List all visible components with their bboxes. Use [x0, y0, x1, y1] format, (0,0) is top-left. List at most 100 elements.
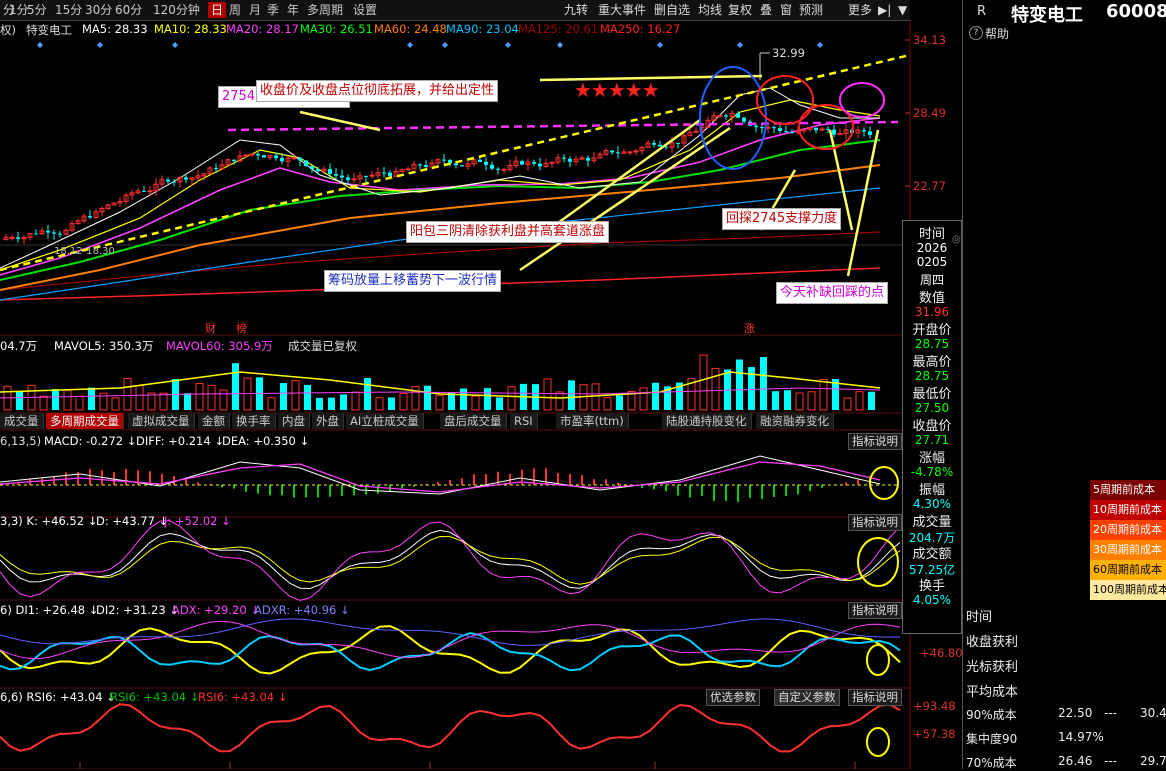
tab-1[interactable]: 多周期成交量 — [46, 413, 124, 429]
tab-12[interactable]: 融资融券变化 — [756, 413, 834, 429]
volume-bar — [75, 395, 84, 411]
period-8[interactable]: 周 — [226, 2, 244, 18]
stock-code: 60008 — [1106, 1, 1166, 22]
info-value-3: 31.96 — [914, 305, 950, 319]
tab-6[interactable]: 外盘 — [312, 413, 344, 429]
candle-body — [568, 158, 572, 162]
volume-bar — [184, 393, 191, 410]
period-12[interactable]: 多周期 — [304, 2, 346, 18]
chip-stat-1: 收盘获利 — [966, 635, 1019, 650]
volume-bar — [568, 380, 575, 410]
candle-body — [868, 131, 872, 135]
tab-8[interactable]: 盘后成交量 — [440, 413, 507, 429]
dmi-legend-3: ADXR: +40.96 ↓ — [254, 603, 350, 617]
help-icon[interactable]: ? — [969, 26, 983, 40]
period-7[interactable]: 日 — [208, 2, 227, 18]
data-window: 时间 2026 0205 周四 数值 31.96 开盘价 28.75 最高价 28.75 最低价 27… — [902, 220, 962, 634]
rsi-button-1[interactable]: 自定义参数 — [774, 689, 840, 706]
annotation-breakout: 收盘价及收盘点位彻底拓展，并给出定性 — [256, 80, 499, 102]
macd-help-button[interactable]: 指标说明 — [848, 433, 902, 450]
tab-5[interactable]: 内盘 — [278, 413, 310, 429]
ma-label-1: MA10: 28.33 — [154, 22, 227, 36]
period-4[interactable]: 30分 — [82, 2, 115, 18]
toggle-arrow-icon[interactable]: ▶| — [876, 2, 893, 18]
candle-body — [676, 142, 680, 144]
tab-11[interactable]: 陆股通持股变化 — [662, 413, 752, 429]
period-11[interactable]: 年 — [284, 2, 302, 18]
rsi-legend-0: 6,6) RSI6: +43.04 ↓ — [0, 690, 116, 704]
candle-body — [388, 172, 392, 177]
volume-bar — [868, 391, 875, 410]
candle-body — [298, 157, 302, 161]
info-value-8: -4.78% — [910, 465, 954, 479]
tool-4[interactable]: 复权 — [726, 2, 754, 18]
period-9[interactable]: 月 — [246, 2, 264, 18]
kdj-highlight — [857, 537, 899, 587]
candle-body — [88, 216, 92, 218]
candle-body — [484, 161, 488, 165]
tab-4[interactable]: 换手率 — [232, 413, 276, 429]
chip-stat-0: 时间 — [966, 610, 993, 625]
annotation-volume: 筹码放量上移蓄势下一波行情 — [324, 270, 502, 292]
tab-2[interactable]: 虚拟成交量 — [128, 413, 195, 429]
price-tick-label: 28.49 — [913, 106, 946, 120]
period-2[interactable]: 5分 — [24, 2, 50, 18]
dmi-legend-0: 6) DI1: +26.48 ↓ — [0, 603, 99, 617]
info-label-8: 涨幅 — [918, 451, 945, 466]
help-link[interactable]: 帮助 — [985, 25, 1009, 42]
stock-name: 特变电工 — [1011, 5, 1083, 26]
candle-body — [310, 165, 314, 170]
tool-2[interactable]: 删自选 — [652, 2, 692, 18]
candle-body — [778, 128, 782, 132]
volume-bar — [195, 383, 204, 411]
candle-body — [9, 236, 15, 239]
candle-body — [46, 230, 50, 233]
tool-6[interactable]: 窗 — [778, 2, 794, 18]
tool-3[interactable]: 均线 — [696, 2, 724, 18]
candle-body — [538, 163, 542, 167]
tab-9[interactable]: RSI — [510, 413, 538, 429]
candle-body — [754, 125, 758, 128]
info-label-4: 开盘价 — [912, 323, 952, 338]
tool-5[interactable]: 叠 — [758, 2, 774, 18]
candle-body — [280, 157, 284, 162]
tab-0[interactable]: 成交量 — [0, 413, 44, 429]
tool-0[interactable]: 九转 — [562, 2, 590, 18]
tab-7[interactable]: AI立桩成交量 — [346, 413, 424, 429]
cost-legend-3: 30周期前成本 — [1090, 540, 1166, 560]
candle-body — [16, 237, 20, 239]
candle-body — [142, 190, 146, 192]
volume-bar — [135, 385, 144, 411]
dmi-highlight — [866, 644, 890, 676]
dropdown-icon[interactable]: ▼ — [896, 2, 909, 18]
tab-3[interactable]: 金额 — [198, 413, 230, 429]
tool-9[interactable]: 更多 — [846, 2, 874, 18]
tool-7[interactable]: 预测 — [797, 2, 825, 18]
candle-body — [304, 160, 308, 166]
candle-body — [364, 175, 368, 177]
candle-body — [814, 127, 818, 131]
candle-body — [249, 153, 255, 156]
period-10[interactable]: 季 — [264, 2, 282, 18]
event-diamond — [505, 42, 511, 48]
candle-body — [382, 172, 386, 174]
period-3[interactable]: 15分 — [52, 2, 85, 18]
tool-1[interactable]: 重大事件 — [596, 2, 648, 18]
ma-label-0: MA5: 28.33 — [82, 22, 148, 36]
period-5[interactable]: 60分 — [112, 2, 145, 18]
dmi-help-button[interactable]: 指标说明 — [848, 602, 902, 619]
dmi-legend-1: DI2: +31.23 ↓ — [96, 603, 179, 617]
macd-legend-0: 6,13,5) — [0, 434, 42, 448]
volume-bar — [736, 359, 743, 410]
period-6[interactable]: 120分钟 — [150, 2, 203, 18]
rsi-button-0[interactable]: 优选参数 — [706, 689, 760, 706]
candle-body — [717, 114, 723, 117]
chip-row-sep-2: --- — [1104, 754, 1117, 768]
info-resize-icon[interactable]: ◎ — [952, 234, 961, 245]
tab-10[interactable]: 市盈率(ttm) — [556, 413, 629, 429]
period-13[interactable]: 设置 — [350, 2, 380, 18]
rsi-legend-2: RSI6: +43.04 ↓ — [198, 690, 288, 704]
kdj-help-button[interactable]: 指标说明 — [848, 514, 902, 531]
rsi-button-2[interactable]: 指标说明 — [848, 689, 902, 706]
volume-bar — [843, 397, 852, 411]
